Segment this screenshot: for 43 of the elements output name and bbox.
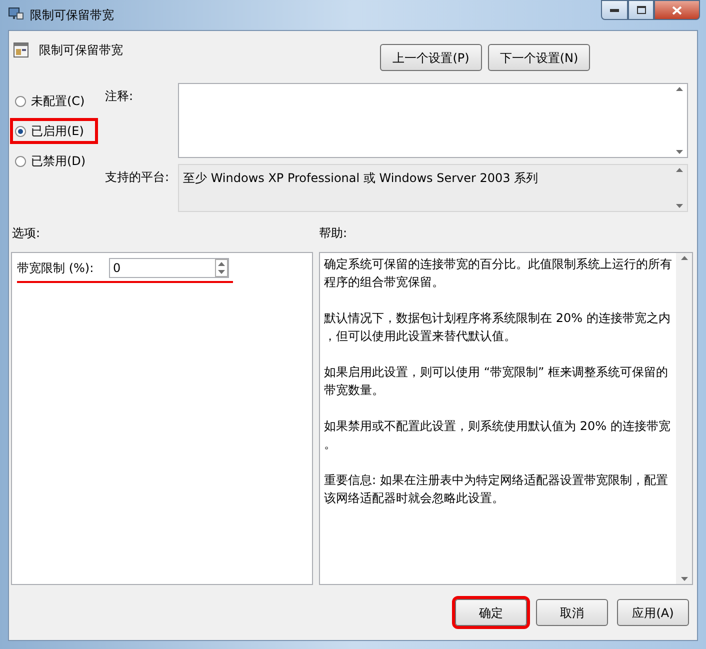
minimize-icon <box>610 8 619 12</box>
spin-down-icon[interactable] <box>218 270 225 274</box>
radio-button[interactable] <box>15 126 26 136</box>
spin-control[interactable] <box>215 259 228 277</box>
close-icon <box>672 6 682 14</box>
options-label: 选项: <box>11 225 42 242</box>
scroll-down-icon[interactable] <box>676 150 682 154</box>
nav-button[interactable]: 下一个设置(N) <box>488 44 590 71</box>
field-label: 带宽限制 (%): <box>17 260 95 277</box>
scroll-up-icon[interactable] <box>680 256 688 260</box>
comment-label: 注释: <box>105 88 134 105</box>
radio-label[interactable]: 未配置(C) <box>31 92 85 110</box>
dialog-button[interactable]: 取消 <box>536 599 608 626</box>
maximize-button[interactable] <box>628 0 654 20</box>
help-paragraph: 如果禁用或不配置此设置，则系统使用默认值为 20% 的连接带宽 。 <box>324 418 672 453</box>
platform-text: 至少 Windows XP Professional 或 Windows Server 2003 系列 <box>182 170 540 187</box>
help-paragraph: 如果启用此设置，则可以使用 “带宽限制” 框来调整系统可保留的 带宽数量。 <box>324 364 670 399</box>
nav-button[interactable]: 上一个设置(P) <box>380 44 482 71</box>
radio-button[interactable] <box>15 156 26 166</box>
radio-label[interactable]: 已禁用(D) <box>31 152 86 170</box>
radio-label[interactable]: 已启用(E) <box>31 122 84 140</box>
window-title: 限制可保留带宽 <box>30 7 114 24</box>
dialog-button[interactable]: 确定 <box>455 599 527 626</box>
number-field[interactable]: 0 <box>109 258 229 278</box>
close-button[interactable] <box>654 0 700 20</box>
help-paragraph: 重要信息: 如果在注册表中为特定网络适配器设置带宽限制，配置 该网络适配器时就会忽略此设置。 <box>324 472 669 507</box>
help-label: 帮助: <box>319 225 348 242</box>
dialog-button[interactable]: 应用(A) <box>617 599 689 626</box>
spin-up-icon[interactable] <box>218 262 225 266</box>
scroll-down-icon[interactable] <box>680 577 688 581</box>
radio-button[interactable] <box>15 96 26 106</box>
window-app-icon <box>8 5 24 21</box>
scroll-up-icon[interactable] <box>676 87 682 91</box>
scroll-up-icon[interactable] <box>676 168 682 172</box>
comment-field[interactable] <box>178 83 688 158</box>
maximize-icon <box>636 6 646 14</box>
help-paragraph: 默认情况下，数据包计划程序将系统限制在 20% 的连接带宽之内 ，但可以使用此设置来替代默认值。 <box>324 310 672 345</box>
setting-title: 限制可保留带宽 <box>39 42 123 59</box>
help-paragraph: 确定系统可保留的连接带宽的百分比。此值限制系统上运行的所有 程序的组合带宽保留。 <box>324 256 672 291</box>
policy-icon <box>13 42 29 58</box>
minimize-button[interactable] <box>601 0 628 20</box>
platform-label: 支持的平台: <box>105 169 170 186</box>
scroll-down-icon[interactable] <box>676 204 682 208</box>
